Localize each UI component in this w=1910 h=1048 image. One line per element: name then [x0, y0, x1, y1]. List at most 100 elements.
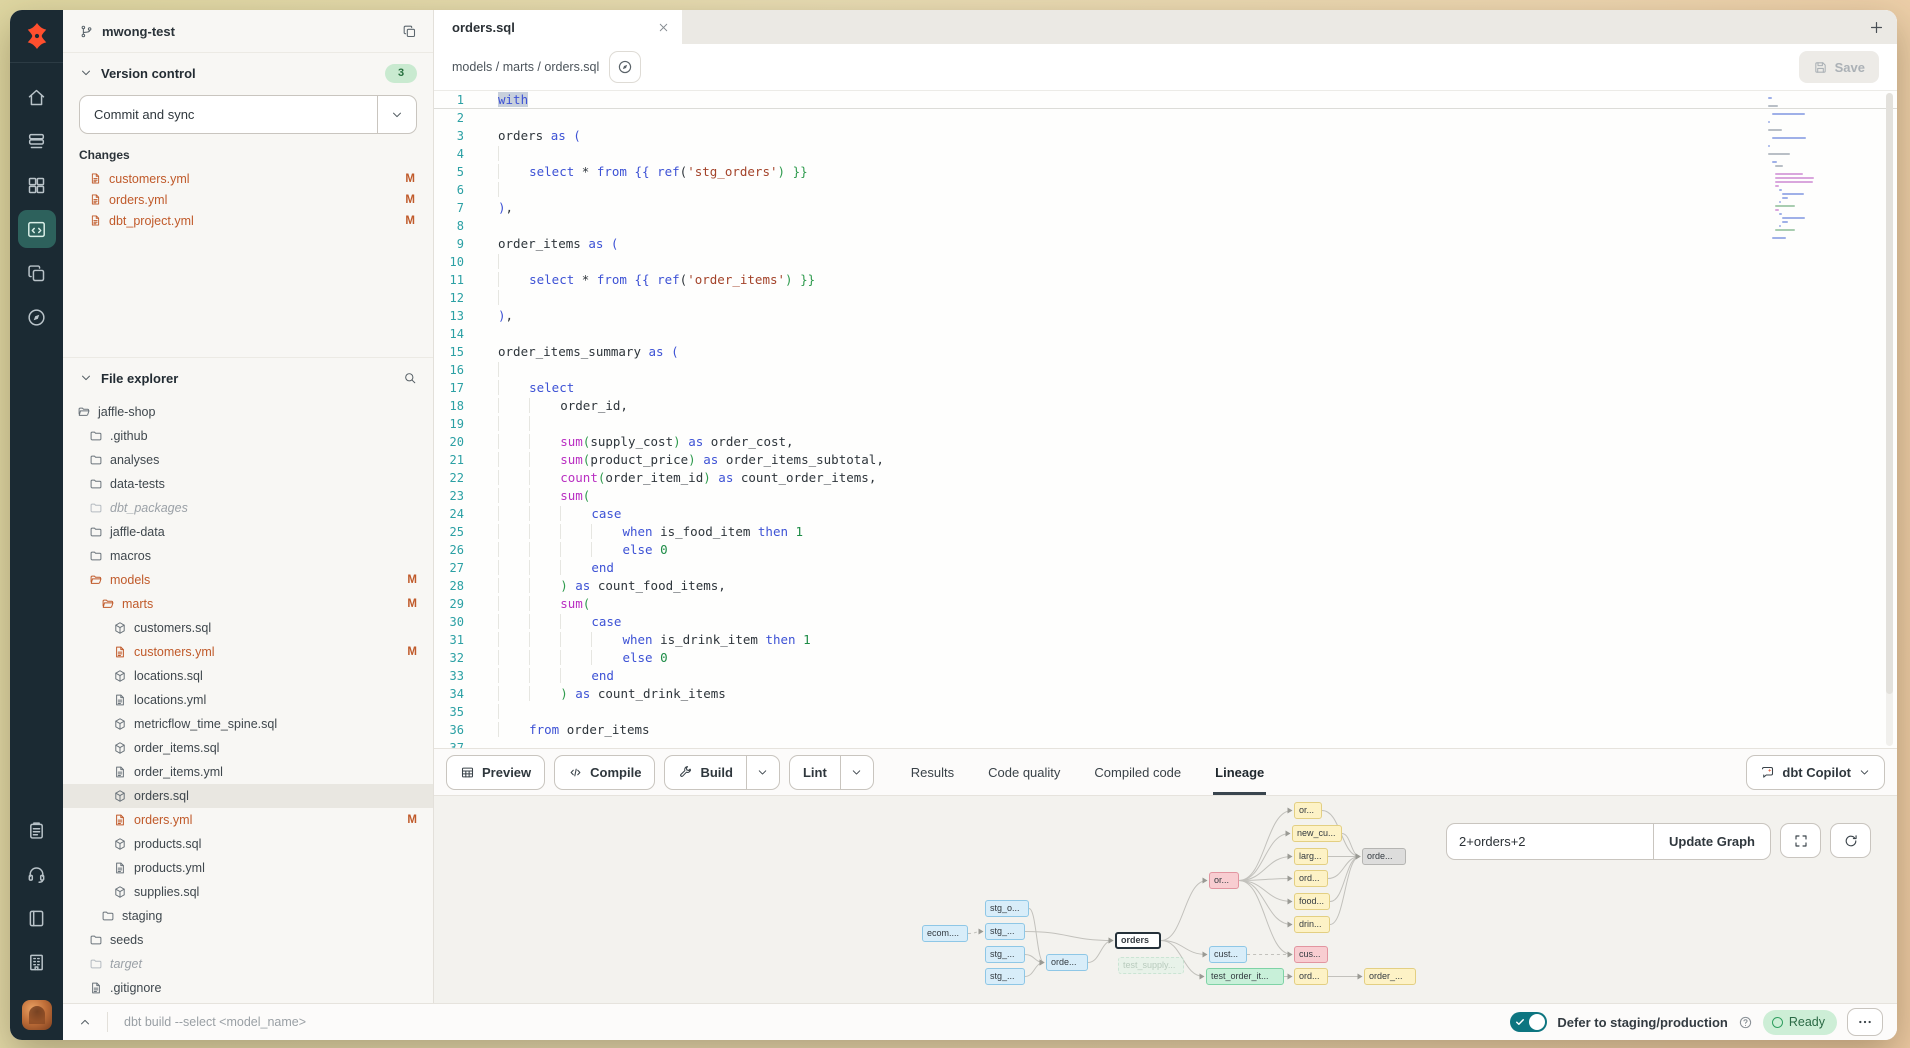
- lineage-node-gray1[interactable]: orde...: [1362, 848, 1406, 865]
- tree-item-macros[interactable]: macros: [63, 544, 433, 568]
- refresh-button[interactable]: [1830, 823, 1871, 858]
- commit-and-sync-button[interactable]: Commit and sync: [79, 95, 417, 134]
- lineage-node-orders[interactable]: orders: [1115, 932, 1161, 949]
- scrollbar-thumb[interactable]: [1886, 93, 1893, 694]
- tree-item-dbt_packages[interactable]: dbt_packages: [63, 496, 433, 520]
- command-input[interactable]: dbt build --select <model_name>: [118, 1015, 1500, 1029]
- close-icon[interactable]: [657, 21, 670, 34]
- tree-item-metricflow_time_spine.sql[interactable]: metricflow_time_spine.sql: [63, 712, 433, 736]
- tree-item-orders.sql[interactable]: orders.sql: [63, 784, 433, 808]
- lineage-node-testsup[interactable]: test_supply...: [1118, 957, 1184, 974]
- tree-item-order_items.sql[interactable]: order_items.sql: [63, 736, 433, 760]
- tab-results[interactable]: Results: [911, 749, 954, 795]
- nav-deploy[interactable]: [18, 122, 56, 160]
- tab-lineage[interactable]: Lineage: [1215, 749, 1264, 795]
- fullscreen-button[interactable]: [1780, 823, 1821, 858]
- minimap-line: [1782, 197, 1787, 199]
- preview-button[interactable]: Preview: [446, 755, 545, 790]
- nav-projects[interactable]: [18, 254, 56, 292]
- help-icon[interactable]: [1738, 1015, 1753, 1030]
- changed-file-orders.yml[interactable]: orders.ymlM: [63, 189, 433, 210]
- tree-item-.gitignore[interactable]: .gitignore: [63, 976, 433, 1000]
- lint-options-dropdown[interactable]: [840, 756, 873, 789]
- nav-organization[interactable]: [18, 943, 56, 981]
- tree-item-products.sql[interactable]: products.sql: [63, 832, 433, 856]
- tree-item-orders.yml[interactable]: orders.ymlM: [63, 808, 433, 832]
- tree-item-.github[interactable]: .github: [63, 424, 433, 448]
- tree-item-customers.yml[interactable]: customers.ymlM: [63, 640, 433, 664]
- editor-scrollbar[interactable]: [1886, 93, 1893, 746]
- version-control-header[interactable]: Version control 3: [63, 53, 433, 93]
- lineage-node-y5[interactable]: food...: [1294, 893, 1330, 910]
- dbt-copilot-button[interactable]: dbt Copilot: [1746, 755, 1885, 790]
- minimap[interactable]: [1768, 97, 1840, 245]
- lineage-query-input[interactable]: [1447, 824, 1653, 859]
- tree-item-supplies.sql[interactable]: supplies.sql: [63, 880, 433, 904]
- tab-compiled-code[interactable]: Compiled code: [1094, 749, 1181, 795]
- tree-item-staging[interactable]: staging: [63, 904, 433, 928]
- tree-item-locations.sql[interactable]: locations.sql: [63, 664, 433, 688]
- lineage-node-y8[interactable]: order_...: [1364, 968, 1416, 985]
- tree-item-order_items.yml[interactable]: order_items.yml: [63, 760, 433, 784]
- lint-button[interactable]: Lint: [789, 755, 874, 790]
- tree-item-analyses[interactable]: analyses: [63, 448, 433, 472]
- compile-button[interactable]: Compile: [554, 755, 655, 790]
- lineage-node-orpink[interactable]: or...: [1209, 872, 1239, 889]
- save-button[interactable]: Save: [1799, 51, 1879, 83]
- tree-item-target[interactable]: target: [63, 952, 433, 976]
- lineage-node-y7[interactable]: ord...: [1294, 968, 1328, 985]
- tab-code-quality[interactable]: Code quality: [988, 749, 1060, 795]
- lineage-node-y2[interactable]: new_cu...: [1292, 825, 1342, 842]
- lineage-node-cuspink[interactable]: cus...: [1294, 946, 1328, 963]
- tree-item-marts[interactable]: martsM: [63, 592, 433, 616]
- changed-file-dbt_project.yml[interactable]: dbt_project.ymlM: [63, 210, 433, 231]
- nav-explore[interactable]: [18, 298, 56, 336]
- new-tab-button[interactable]: [1855, 10, 1897, 44]
- copy-icon[interactable]: [402, 24, 417, 39]
- changed-file-customers.yml[interactable]: customers.ymlM: [63, 168, 433, 189]
- tree-item-jaffle-data[interactable]: jaffle-data: [63, 520, 433, 544]
- nav-dashboards[interactable]: [18, 166, 56, 204]
- dbt-logo[interactable]: [10, 10, 63, 63]
- file-explorer-header[interactable]: File explorer: [63, 358, 433, 398]
- lineage-node-ecom[interactable]: ecom....: [922, 925, 968, 942]
- user-avatar[interactable]: [22, 1000, 52, 1030]
- lineage-node-cust[interactable]: cust...: [1209, 946, 1247, 963]
- lineage-node-orde1[interactable]: orde...: [1046, 954, 1088, 971]
- lineage-node-stg3[interactable]: stg_...: [985, 946, 1025, 963]
- code-line: 22 count(order_item_id) as count_order_i…: [434, 469, 1897, 487]
- build-options-dropdown[interactable]: [746, 756, 779, 789]
- tree-item-jaffle-shop[interactable]: jaffle-shop: [63, 400, 433, 424]
- tree-item-products.yml[interactable]: products.yml: [63, 856, 433, 880]
- nav-docs[interactable]: [18, 899, 56, 937]
- nav-home[interactable]: [18, 78, 56, 116]
- expand-command-bar-button[interactable]: [73, 1010, 97, 1034]
- explore-file-button[interactable]: [609, 51, 641, 83]
- lineage-node-stg4[interactable]: stg_...: [985, 968, 1025, 985]
- more-options-button[interactable]: [1847, 1008, 1883, 1036]
- code-text: select: [480, 379, 574, 397]
- search-icon[interactable]: [403, 371, 417, 385]
- tab-orders-sql[interactable]: orders.sql: [434, 10, 682, 44]
- nav-notes[interactable]: [18, 811, 56, 849]
- nav-support[interactable]: [18, 855, 56, 893]
- lineage-node-y4[interactable]: ord...: [1294, 870, 1328, 887]
- nav-develop[interactable]: [18, 210, 56, 248]
- code-editor[interactable]: 1with23orders as (4 5 select * from {{ r…: [434, 91, 1897, 748]
- tree-item-models[interactable]: modelsM: [63, 568, 433, 592]
- build-button[interactable]: Build: [664, 755, 780, 790]
- defer-toggle[interactable]: [1510, 1012, 1547, 1032]
- tree-item-locations.yml[interactable]: locations.yml: [63, 688, 433, 712]
- lineage-node-y1[interactable]: or...: [1294, 802, 1322, 819]
- lineage-node-y3[interactable]: larg...: [1294, 848, 1328, 865]
- tree-item-customers.sql[interactable]: customers.sql: [63, 616, 433, 640]
- update-graph-button[interactable]: Update Graph: [1653, 824, 1770, 859]
- lineage-node-y6[interactable]: drin...: [1294, 916, 1330, 933]
- code-line: 36 from order_items: [434, 721, 1897, 739]
- lineage-node-stg2[interactable]: stg_...: [985, 923, 1025, 940]
- tree-item-seeds[interactable]: seeds: [63, 928, 433, 952]
- commit-options-dropdown[interactable]: [377, 96, 416, 133]
- tree-item-data-tests[interactable]: data-tests: [63, 472, 433, 496]
- lineage-node-testoi[interactable]: test_order_it...: [1206, 968, 1284, 985]
- lineage-node-stg1[interactable]: stg_o...: [985, 900, 1029, 917]
